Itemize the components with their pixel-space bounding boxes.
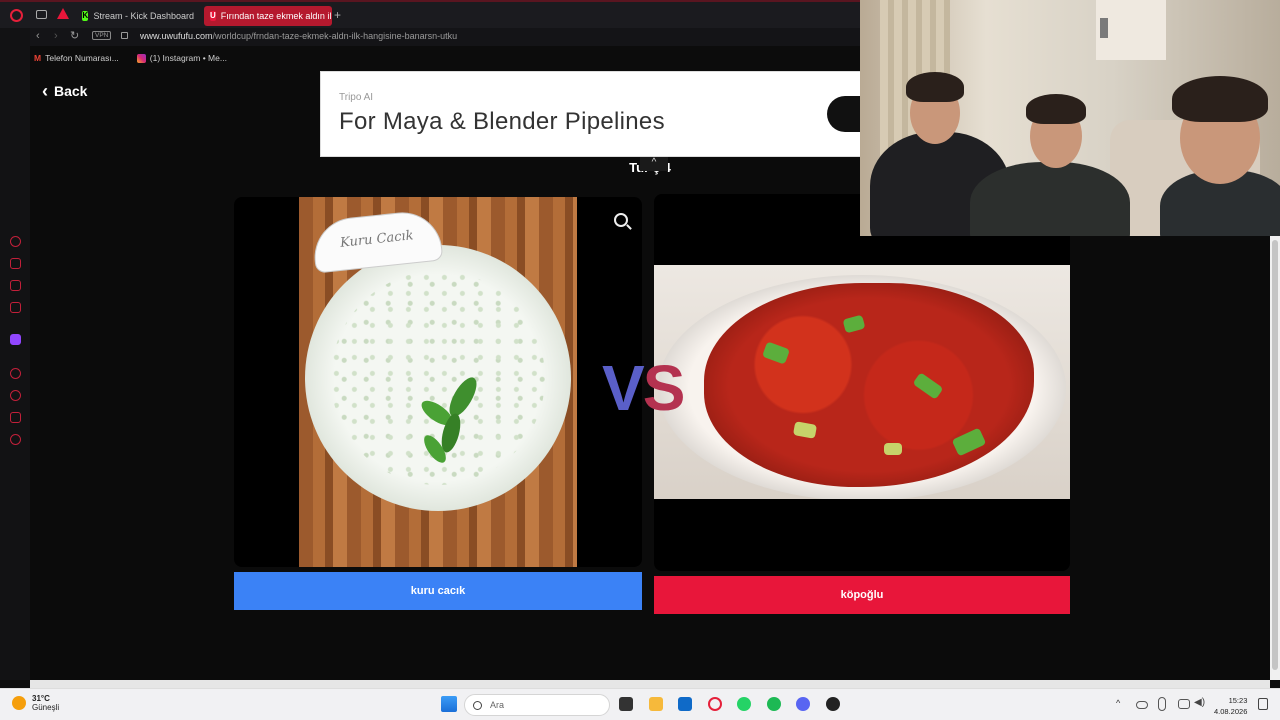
- choose-kuru-cacik-button[interactable]: kuru cacık: [234, 572, 642, 610]
- sidebar-twitch-icon[interactable]: [10, 334, 21, 345]
- clock-time: 15:23: [1228, 696, 1248, 705]
- sidebar-player-icon[interactable]: [10, 368, 21, 379]
- tab-kick-dashboard[interactable]: K Stream - Kick Dashboard: [76, 6, 200, 26]
- wall-outlet: [1100, 18, 1108, 38]
- zoom-icon[interactable]: [614, 213, 628, 227]
- obs-icon[interactable]: [826, 697, 840, 711]
- url-path: /worldcup/frndan-taze-ekmek-aldn-ilk-han…: [212, 31, 458, 41]
- ad-brand: Tripo AI: [339, 92, 374, 103]
- sidebar-pinboard-icon[interactable]: [10, 412, 21, 423]
- opera-logo-icon[interactable]: [10, 9, 23, 22]
- sidebar-ai-icon[interactable]: [10, 236, 21, 247]
- tab-label: Stream - Kick Dashboard: [93, 11, 194, 21]
- kick-icon: K: [82, 11, 89, 21]
- sidebar-settings-icon[interactable]: [10, 434, 21, 445]
- pinned-tab-icon[interactable]: [57, 8, 69, 19]
- sidebar-gx-icon[interactable]: [10, 302, 21, 313]
- uwufufu-icon: U: [210, 11, 216, 21]
- ad-banner[interactable]: Tripo AI For Maya & Blender Pipelines: [320, 71, 880, 157]
- choose-kopoglu-button[interactable]: köpoğlu: [654, 576, 1070, 614]
- scrollbar-thumb[interactable]: [1272, 240, 1278, 670]
- vs-label: VS: [602, 352, 685, 424]
- vertical-scrollbar[interactable]: [1270, 236, 1280, 680]
- discord-icon[interactable]: [796, 697, 810, 711]
- person-middle-hair: [1026, 94, 1086, 124]
- store-icon[interactable]: [678, 697, 692, 711]
- back-button[interactable]: ‹ Back: [42, 81, 88, 101]
- back-label: Back: [54, 83, 88, 99]
- option-card-right[interactable]: [654, 194, 1070, 571]
- task-view-icon[interactable]: [619, 697, 633, 711]
- gmail-icon: M: [34, 53, 42, 63]
- workspaces-icon[interactable]: [36, 10, 47, 19]
- bookmarks-bar: M Telefon Numarası... (1) Instagram • Me…: [30, 50, 227, 66]
- chevron-up-icon[interactable]: ^: [1116, 698, 1120, 708]
- sidebar-messenger-icon[interactable]: [10, 280, 21, 291]
- lock-icon[interactable]: [121, 32, 128, 39]
- new-tab-button[interactable]: +: [334, 8, 341, 22]
- clock[interactable]: 15:23 4.08.2026: [1214, 695, 1247, 717]
- bookmark-instagram[interactable]: (1) Instagram • Me...: [150, 53, 227, 63]
- weather-desc: Güneşli: [32, 703, 60, 712]
- sidebar-gx-label-icon[interactable]: [10, 650, 21, 661]
- chevron-left-icon: ‹: [42, 81, 48, 101]
- person-right-hair: [1172, 76, 1268, 122]
- ad-collapse-button[interactable]: ^: [640, 157, 668, 171]
- option-card-left[interactable]: Kuru Cacık: [234, 197, 642, 567]
- webcam-overlay: [860, 0, 1280, 236]
- weather-temp: 31°C: [32, 694, 50, 703]
- url-host: www.uwufufu.com: [140, 31, 213, 41]
- horizontal-scrollbar[interactable]: [30, 680, 1270, 688]
- volume-icon[interactable]: ◀): [1194, 697, 1205, 708]
- notification-icon[interactable]: [1258, 698, 1268, 710]
- tab-uwufufu[interactable]: U Fırından taze ekmek aldın il: [204, 6, 332, 26]
- reload-icon[interactable]: ↻: [70, 29, 79, 42]
- tab-label: Fırından taze ekmek aldın il: [220, 11, 332, 21]
- instagram-icon: [136, 53, 146, 63]
- browser-sidebar: [0, 28, 30, 680]
- bowl: [305, 245, 571, 511]
- sidebar-shop-icon[interactable]: [10, 258, 21, 269]
- person-middle-body: [970, 162, 1130, 236]
- vpn-badge[interactable]: VPN: [92, 31, 112, 40]
- spotify-icon[interactable]: [767, 697, 781, 711]
- onedrive-icon[interactable]: [1136, 701, 1148, 709]
- windows-taskbar: 31°C Güneşli Ara ^ ◀) 15:23 4.08.2026: [0, 688, 1280, 720]
- microphone-icon[interactable]: [1158, 697, 1166, 711]
- back-nav-icon[interactable]: ‹: [36, 30, 40, 42]
- plate: [658, 275, 1066, 499]
- forward-nav-icon[interactable]: ›: [54, 30, 58, 42]
- weather-widget[interactable]: 31°C Güneşli: [12, 694, 59, 712]
- ad-title: For Maya & Blender Pipelines: [339, 108, 665, 135]
- sun-icon: [12, 696, 26, 710]
- taskbar-search[interactable]: Ara: [464, 694, 610, 716]
- kopoglu-image[interactable]: [654, 265, 1070, 499]
- mint-leaves-icon: [421, 377, 477, 463]
- clock-date: 4.08.2026: [1214, 707, 1248, 716]
- network-icon[interactable]: [1178, 699, 1190, 709]
- kuru-cacik-image[interactable]: Kuru Cacık: [299, 197, 577, 567]
- sidebar-history-icon[interactable]: [10, 390, 21, 401]
- bookmark-phone[interactable]: Telefon Numarası...: [45, 53, 119, 63]
- tomato-sauce: [704, 283, 1034, 487]
- search-placeholder: Ara: [490, 700, 505, 710]
- opera-gx-icon[interactable]: [708, 697, 722, 711]
- url-field[interactable]: www.uwufufu.com/worldcup/frndan-taze-ekm…: [140, 31, 457, 41]
- search-icon: [473, 700, 482, 710]
- person-left-hair: [906, 72, 964, 102]
- whatsapp-icon[interactable]: [737, 697, 751, 711]
- file-explorer-icon[interactable]: [649, 697, 663, 711]
- start-windows-icon[interactable]: [441, 696, 457, 712]
